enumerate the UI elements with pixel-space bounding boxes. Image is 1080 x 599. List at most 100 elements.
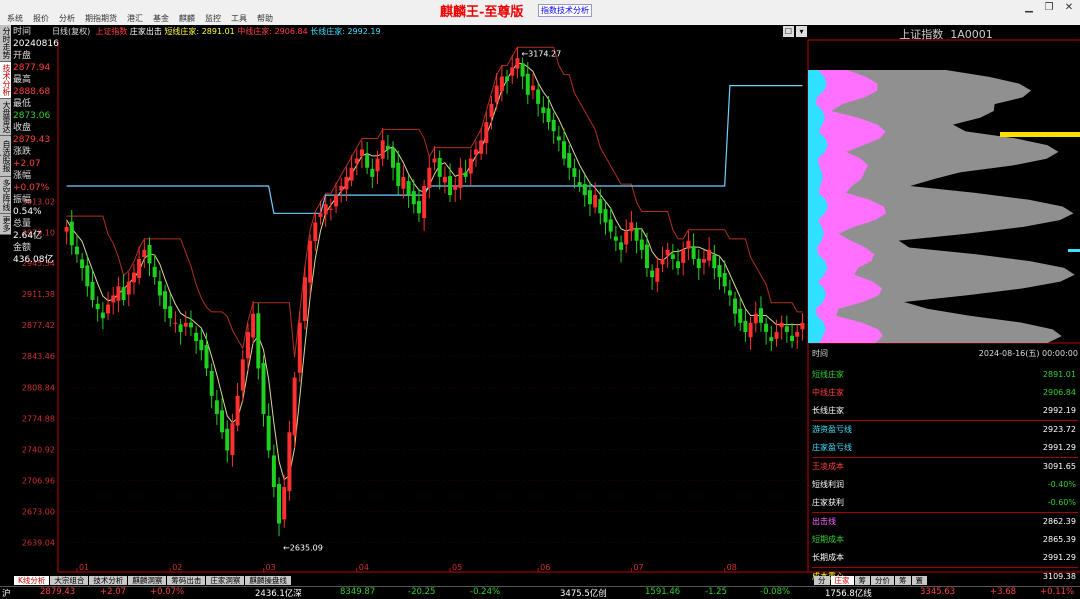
candle-body	[313, 222, 318, 242]
menu-quote[interactable]: 报价	[28, 13, 54, 24]
candle-body	[655, 268, 660, 282]
candle-body	[619, 242, 624, 250]
candle-body	[308, 240, 313, 283]
candle-body	[546, 108, 551, 123]
sh-change: +2.07	[100, 587, 127, 597]
candle-body	[536, 89, 541, 104]
rtab-min[interactable]: 分	[814, 576, 830, 585]
tab-bulk[interactable]: 大宗组合	[50, 576, 89, 585]
candle-body	[188, 322, 193, 328]
close-icon[interactable]: ✕	[1062, 2, 1076, 14]
right-time-row: 时间 2024-08-16(五) 00:00:00	[812, 348, 1078, 358]
candle-body	[240, 359, 245, 391]
candle-body	[354, 158, 359, 164]
index-code: 1A0001	[950, 28, 993, 41]
x-tick-label: 04	[359, 563, 369, 572]
change-value: +2.07	[13, 159, 41, 169]
app-subtitle: 指数技术分析	[538, 4, 592, 17]
dealer-stat-row: 短线庄家 2891.01	[812, 366, 1078, 384]
candle-body	[116, 286, 121, 301]
candle-body	[69, 221, 74, 246]
candle-body	[795, 331, 800, 337]
dealer-stat-label: 短期成本	[812, 535, 844, 544]
candle-body	[784, 326, 789, 332]
mid-dealer-line	[66, 46, 803, 358]
candle-body	[442, 176, 447, 183]
candle-body	[245, 331, 250, 359]
sh-pct: +0.07%	[150, 587, 185, 597]
menu-fund[interactable]: 基金	[148, 13, 174, 24]
rtab-chip2[interactable]: 筹	[895, 576, 911, 585]
amount-value: 436.08亿	[13, 255, 54, 265]
candle-body	[567, 153, 572, 168]
dealer-stat-value: -0.40%	[1047, 480, 1076, 489]
cost-center-bar	[1000, 132, 1080, 137]
close-label: 收盘	[13, 123, 32, 133]
right-time-label: 时间	[812, 349, 828, 358]
candle-body	[256, 313, 261, 369]
dealer-stat-label: 庄家盈亏线	[812, 443, 852, 452]
candle-body	[385, 145, 390, 150]
right-bottom-tabs: 分 庄家 筹 分价 筹 置	[814, 576, 928, 585]
dealer-stat-row: 短线利润 -0.40%	[812, 476, 1078, 494]
data-panel: 时间 20240816 开盘 2877.94 最高 2888.68 最低 287…	[13, 26, 59, 265]
menu-system[interactable]: 系统	[2, 13, 28, 24]
tab-technical[interactable]: 技术分析	[89, 576, 128, 585]
dealer-stat-label: 王凌成本	[812, 462, 844, 471]
dealer-stat-row: 长线庄家 2992.19	[812, 402, 1078, 420]
x-tick-label: 07	[633, 563, 643, 572]
bottom-tabs: K线分析 大宗组合 技术分析 麒麟洞察 筹码出击 庄家洞察 麒麟操盘线	[14, 576, 292, 585]
menu-forex[interactable]: 港汇	[122, 13, 148, 24]
tab-trade-line[interactable]: 麒麟操盘线	[245, 576, 291, 585]
dealer-stat-value: -0.60%	[1047, 498, 1076, 507]
menu-help[interactable]: 帮助	[252, 13, 278, 24]
rtab-chip[interactable]: 筹	[854, 576, 870, 585]
minimize-icon[interactable]: ▁	[1022, 2, 1036, 14]
candle-body	[800, 322, 805, 330]
menu-monitor[interactable]: 监控	[200, 13, 226, 24]
x-tick-label: 02	[172, 563, 182, 572]
candle-body	[323, 204, 328, 215]
menu-tools[interactable]: 工具	[226, 13, 252, 24]
candle-body	[137, 258, 142, 278]
candle-body	[587, 190, 592, 205]
candle-body	[712, 254, 717, 269]
menu-analysis[interactable]: 分析	[54, 13, 80, 24]
amplitude-label: 振幅	[13, 195, 32, 205]
candle-body	[551, 119, 556, 132]
restore-icon[interactable]: ❐	[1042, 2, 1056, 14]
menu-qilin[interactable]: 麒麟	[174, 13, 200, 24]
tab-chip[interactable]: 筹码出击	[167, 576, 206, 585]
candle-body	[422, 185, 427, 219]
candle-body	[235, 395, 240, 426]
tab-dealer[interactable]: 庄家洞察	[206, 576, 245, 585]
rtab-dealer[interactable]: 庄家	[830, 576, 854, 585]
candle-body	[556, 136, 561, 141]
rtab-price[interactable]: 分价	[871, 576, 894, 585]
candle-body	[287, 432, 292, 492]
candle-body	[562, 141, 567, 159]
candle-body	[375, 158, 380, 172]
dealer-stat-value: 2906.84	[1042, 388, 1076, 397]
sh-label: 沪	[2, 589, 11, 599]
candle-body	[717, 265, 722, 278]
candle-body	[411, 191, 416, 205]
amount-label: 金额	[13, 243, 32, 253]
rtab-settings[interactable]: 置	[911, 576, 927, 585]
dealer-stat-value: 3091.65	[1042, 462, 1076, 471]
candle-body	[774, 331, 779, 339]
tab-insight[interactable]: 麒麟洞察	[128, 576, 167, 585]
candle-body	[448, 176, 453, 196]
candle-body	[100, 312, 105, 319]
options-button[interactable]: ▾	[796, 26, 807, 37]
candle-body	[520, 63, 525, 77]
dealer-stats-list: 短线庄家 2891.01 中线庄家 2906.84 长线庄家 2992.19 游资盈亏线 29…	[812, 366, 1078, 586]
candle-body	[779, 322, 784, 328]
tab-kline[interactable]: K线分析	[14, 576, 50, 585]
candle-body	[691, 246, 696, 259]
expand-button[interactable]: ☐	[783, 26, 794, 37]
candle-body	[199, 339, 204, 351]
cy-change: -1.25	[705, 587, 727, 597]
menu-futures[interactable]: 期指期货	[80, 13, 122, 24]
candle-body	[401, 176, 406, 189]
